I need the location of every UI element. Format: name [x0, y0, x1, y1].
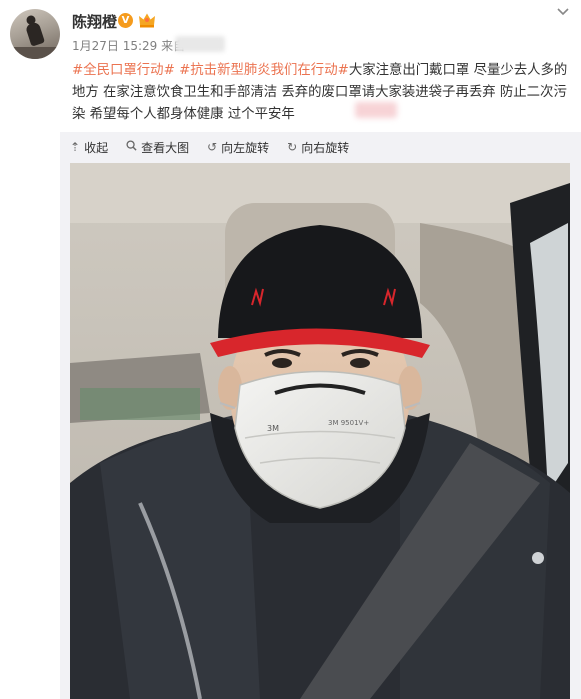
chevron-down-icon[interactable]: [556, 6, 570, 20]
avatar-figure: [24, 21, 46, 47]
post-text: #全民口罩行动# #抗击新型肺炎我们在行动#大家注意出门戴口罩 尽量少去人多的地…: [72, 60, 568, 126]
rotate-left-button[interactable]: ↺ 向左旋转: [207, 137, 269, 157]
rotate-left-icon: ↺: [207, 140, 218, 154]
hashtag-link[interactable]: #全民口罩行动#: [72, 63, 175, 78]
weibo-post: 陈翔橙 V 1月27日 15:29 来自 #全民口罩行动# #抗击新型肺炎我们在…: [0, 0, 581, 699]
rotate-right-icon: ↻: [287, 140, 298, 154]
collapse-label: 收起: [84, 140, 109, 155]
hashtag-link[interactable]: #抗击新型肺炎我们在行动#: [179, 63, 349, 78]
view-large-label: 查看大图: [141, 140, 190, 155]
collapse-button[interactable]: ⇡ 收起: [70, 137, 108, 157]
zoom-icon: [126, 140, 137, 154]
media-toolbar: ⇡ 收起 查看大图 ↺ 向左旋转 ↻ 向右旋转: [70, 137, 349, 157]
username[interactable]: 陈翔橙: [72, 11, 117, 32]
post-meta: 1月27日 15:29 来自: [72, 37, 185, 54]
avatar[interactable]: [10, 9, 60, 59]
rotate-left-label: 向左旋转: [221, 140, 270, 155]
mask-brand: 3M: [267, 424, 279, 433]
member-crown-icon[interactable]: [138, 12, 156, 28]
rotate-right-button[interactable]: ↻ 向右旋转: [287, 137, 349, 157]
blurred-source: [175, 36, 225, 52]
collapse-icon: ⇡: [70, 140, 81, 154]
post-time[interactable]: 1月27日 15:29: [72, 39, 157, 53]
blurred-text: [355, 102, 397, 118]
verified-icon: V: [118, 13, 133, 28]
mask-label: 3M 9501V+: [328, 419, 369, 427]
post-photo[interactable]: 3M 3M 9501V+: [70, 163, 570, 699]
view-large-button[interactable]: 查看大图: [126, 137, 189, 157]
avatar-ground: [10, 47, 60, 59]
rotate-right-label: 向右旋转: [301, 140, 350, 155]
